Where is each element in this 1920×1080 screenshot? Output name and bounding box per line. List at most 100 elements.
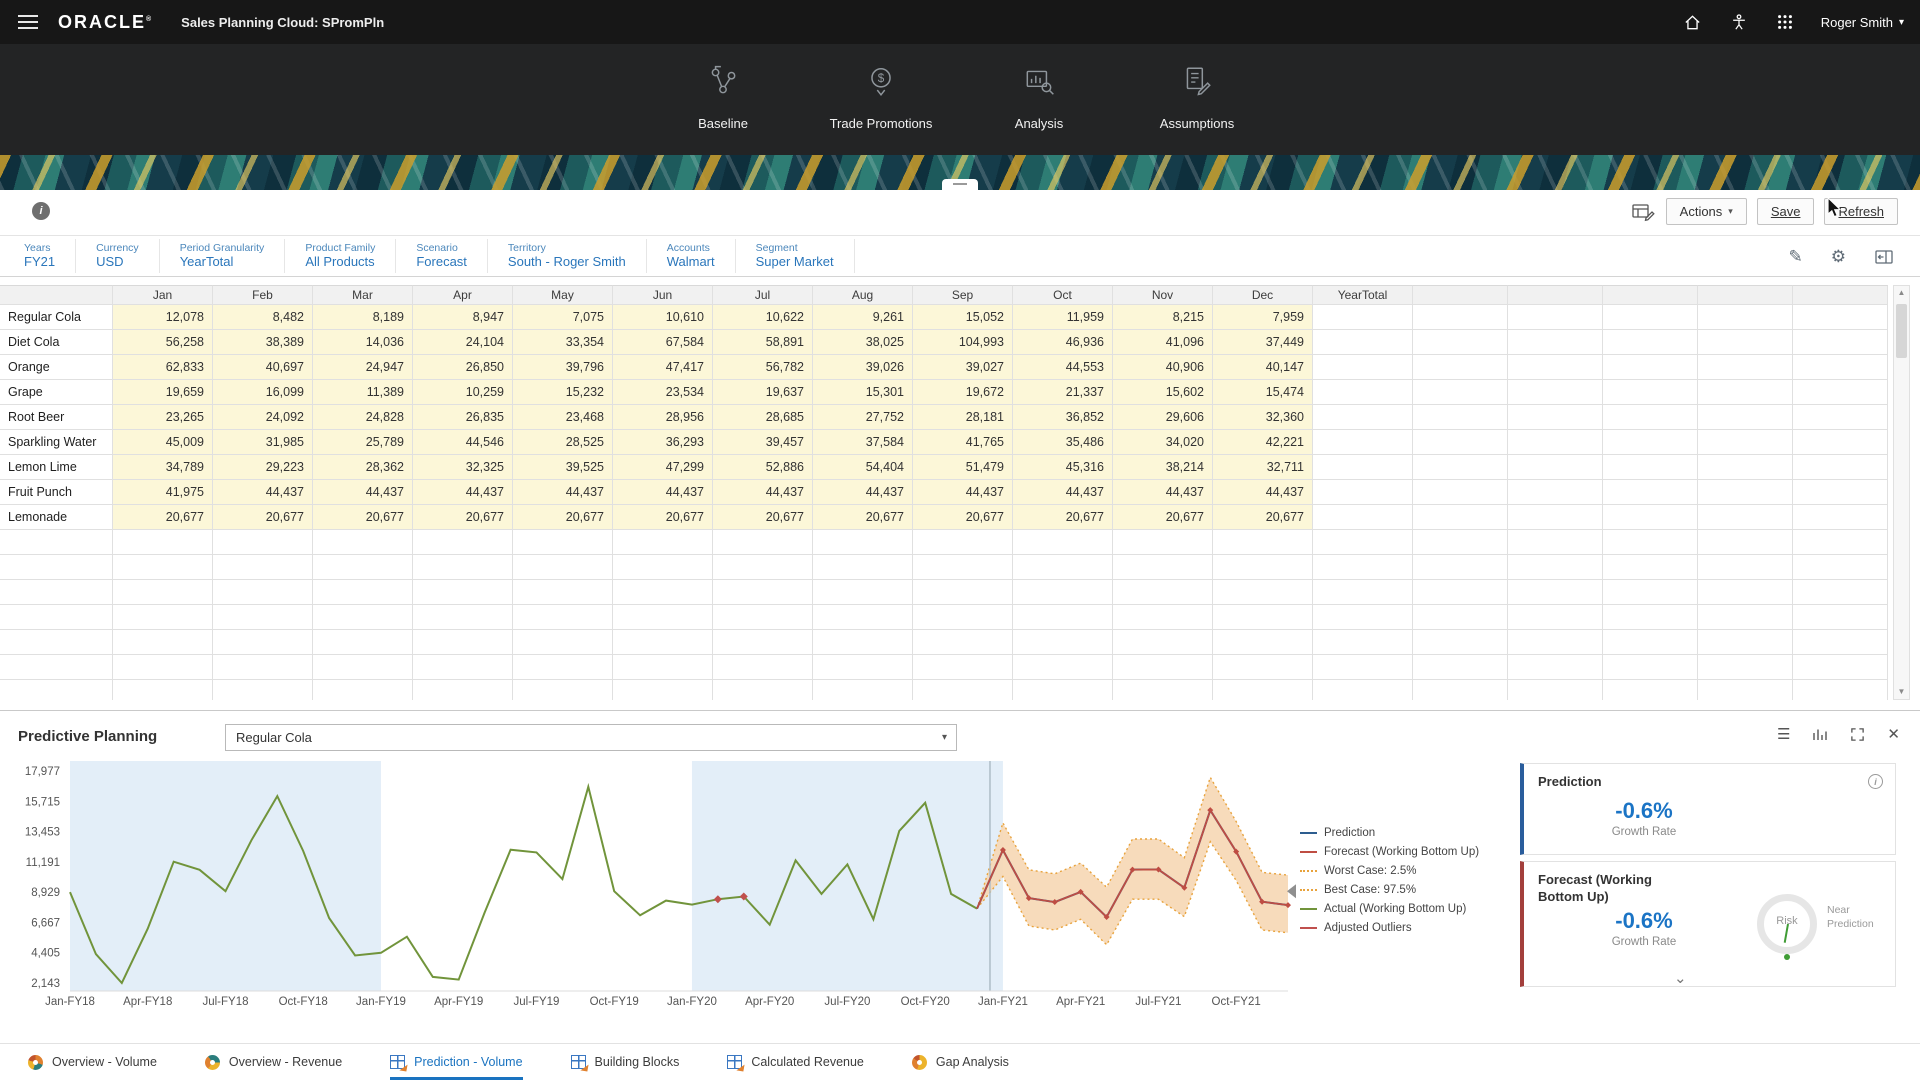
tab-overview-volume[interactable]: Overview - Volume <box>28 1044 157 1080</box>
pov-member-accounts[interactable]: Accounts Walmart <box>667 239 736 274</box>
grid-cell[interactable]: 39,457 <box>713 430 813 455</box>
grid-vertical-scrollbar[interactable]: ▲ ▼ <box>1893 285 1910 700</box>
column-header[interactable]: May <box>513 285 613 305</box>
tab-prediction-volume[interactable]: Prediction - Volume <box>390 1044 522 1080</box>
grid-cell[interactable]: 7,959 <box>1213 305 1313 330</box>
grid-cell[interactable]: 25,789 <box>313 430 413 455</box>
apps-grid-icon[interactable] <box>1775 12 1795 32</box>
grid-cell[interactable]: 24,947 <box>313 355 413 380</box>
grid-cell[interactable]: 58,891 <box>713 330 813 355</box>
grid-cell-yeartotal[interactable] <box>1313 480 1413 505</box>
member-dropdown[interactable]: Regular Cola ▾ <box>225 724 957 751</box>
row-header[interactable]: Grape <box>0 380 113 405</box>
grid-cell[interactable]: 32,325 <box>413 455 513 480</box>
nav-item-baseline[interactable]: Baseline <box>659 44 787 155</box>
grid-cell[interactable]: 19,659 <box>113 380 213 405</box>
grid-cell[interactable]: 62,833 <box>113 355 213 380</box>
grid-cell[interactable]: 32,360 <box>1213 405 1313 430</box>
column-header[interactable]: Dec <box>1213 285 1313 305</box>
grid-cell[interactable]: 47,417 <box>613 355 713 380</box>
collapse-ribbon-handle[interactable] <box>942 179 978 190</box>
grid-cell-yeartotal[interactable] <box>1313 405 1413 430</box>
edit-pencil-icon[interactable]: ✎ <box>1789 247 1803 267</box>
column-header[interactable]: Aug <box>813 285 913 305</box>
info-icon[interactable]: i <box>32 202 50 220</box>
grid-cell[interactable]: 20,677 <box>1113 505 1213 530</box>
close-icon[interactable]: ✕ <box>1887 725 1900 743</box>
grid-cell[interactable]: 41,096 <box>1113 330 1213 355</box>
grid-cell[interactable]: 20,677 <box>813 505 913 530</box>
grid-cell[interactable]: 36,852 <box>1013 405 1113 430</box>
grid-cell-yeartotal[interactable] <box>1313 430 1413 455</box>
tab-calculated-revenue[interactable]: Calculated Revenue <box>727 1044 864 1080</box>
grid-cell[interactable]: 27,752 <box>813 405 913 430</box>
grid-cell[interactable]: 12,078 <box>113 305 213 330</box>
column-header[interactable]: Jun <box>613 285 713 305</box>
row-header[interactable]: Regular Cola <box>0 305 113 330</box>
grid-cell[interactable]: 21,337 <box>1013 380 1113 405</box>
grid-cell[interactable]: 40,147 <box>1213 355 1313 380</box>
row-header[interactable]: Sparkling Water <box>0 430 113 455</box>
grid-cell[interactable]: 44,437 <box>713 480 813 505</box>
grid-cell[interactable]: 8,215 <box>1113 305 1213 330</box>
column-header[interactable]: Jan <box>113 285 213 305</box>
grid-cell[interactable]: 44,437 <box>613 480 713 505</box>
grid-cell[interactable]: 11,959 <box>1013 305 1113 330</box>
grid-cell[interactable]: 11,389 <box>313 380 413 405</box>
column-header[interactable]: YearTotal <box>1313 285 1413 305</box>
grid-cell[interactable]: 51,479 <box>913 455 1013 480</box>
grid-cell[interactable]: 24,104 <box>413 330 513 355</box>
actions-button[interactable]: Actions ▾ <box>1666 198 1747 225</box>
grid-cell[interactable]: 32,711 <box>1213 455 1313 480</box>
gear-icon[interactable]: ⚙ <box>1831 247 1846 267</box>
tab-overview-revenue[interactable]: Overview - Revenue <box>205 1044 342 1080</box>
grid-cell[interactable]: 44,437 <box>1213 480 1313 505</box>
grid-cell[interactable]: 44,553 <box>1013 355 1113 380</box>
pov-member-scenario[interactable]: Scenario Forecast <box>416 239 488 274</box>
grid-cell[interactable]: 42,221 <box>1213 430 1313 455</box>
column-header[interactable]: Nov <box>1113 285 1213 305</box>
grid-cell[interactable]: 47,299 <box>613 455 713 480</box>
grid-cell[interactable]: 44,437 <box>813 480 913 505</box>
grid-cell[interactable]: 31,985 <box>213 430 313 455</box>
grid-cell[interactable]: 45,316 <box>1013 455 1113 480</box>
row-header[interactable]: Lemonade <box>0 505 113 530</box>
grid-cell-yeartotal[interactable] <box>1313 305 1413 330</box>
grid-cell[interactable]: 56,258 <box>113 330 213 355</box>
grid-cell[interactable]: 28,956 <box>613 405 713 430</box>
grid-cell[interactable]: 39,796 <box>513 355 613 380</box>
grid-cell[interactable]: 39,525 <box>513 455 613 480</box>
grid-cell[interactable]: 15,474 <box>1213 380 1313 405</box>
row-header[interactable]: Orange <box>0 355 113 380</box>
scrollbar-thumb[interactable] <box>1896 304 1907 358</box>
grid-cell[interactable]: 9,261 <box>813 305 913 330</box>
nav-item-analysis[interactable]: Analysis <box>975 44 1103 155</box>
layout-split-icon[interactable] <box>1874 248 1894 266</box>
grid-cell-yeartotal[interactable] <box>1313 455 1413 480</box>
user-menu[interactable]: Roger Smith ▾ <box>1821 15 1904 30</box>
grid-cell[interactable]: 54,404 <box>813 455 913 480</box>
grid-cell[interactable]: 46,936 <box>1013 330 1113 355</box>
grid-cell[interactable]: 41,765 <box>913 430 1013 455</box>
grid-cell[interactable]: 15,301 <box>813 380 913 405</box>
grid-cell[interactable]: 24,828 <box>313 405 413 430</box>
grid-cell[interactable]: 20,677 <box>413 505 513 530</box>
grid-cell[interactable]: 29,606 <box>1113 405 1213 430</box>
grid-cell[interactable]: 38,025 <box>813 330 913 355</box>
chart-type-icon[interactable] <box>1812 727 1828 742</box>
column-header[interactable]: Sep <box>913 285 1013 305</box>
grid-cell[interactable]: 20,677 <box>613 505 713 530</box>
row-header[interactable]: Lemon Lime <box>0 455 113 480</box>
grid-cell[interactable]: 20,677 <box>213 505 313 530</box>
grid-cell[interactable]: 38,214 <box>1113 455 1213 480</box>
grid-cell[interactable]: 44,437 <box>313 480 413 505</box>
tab-building-blocks[interactable]: Building Blocks <box>571 1044 680 1080</box>
grid-cell-yeartotal[interactable] <box>1313 355 1413 380</box>
grid-cell[interactable]: 44,437 <box>513 480 613 505</box>
grid-cell[interactable]: 39,026 <box>813 355 913 380</box>
grid-cell[interactable]: 28,685 <box>713 405 813 430</box>
column-header[interactable]: Feb <box>213 285 313 305</box>
column-header[interactable]: Mar <box>313 285 413 305</box>
grid-cell[interactable]: 24,092 <box>213 405 313 430</box>
grid-cell[interactable]: 20,677 <box>513 505 613 530</box>
